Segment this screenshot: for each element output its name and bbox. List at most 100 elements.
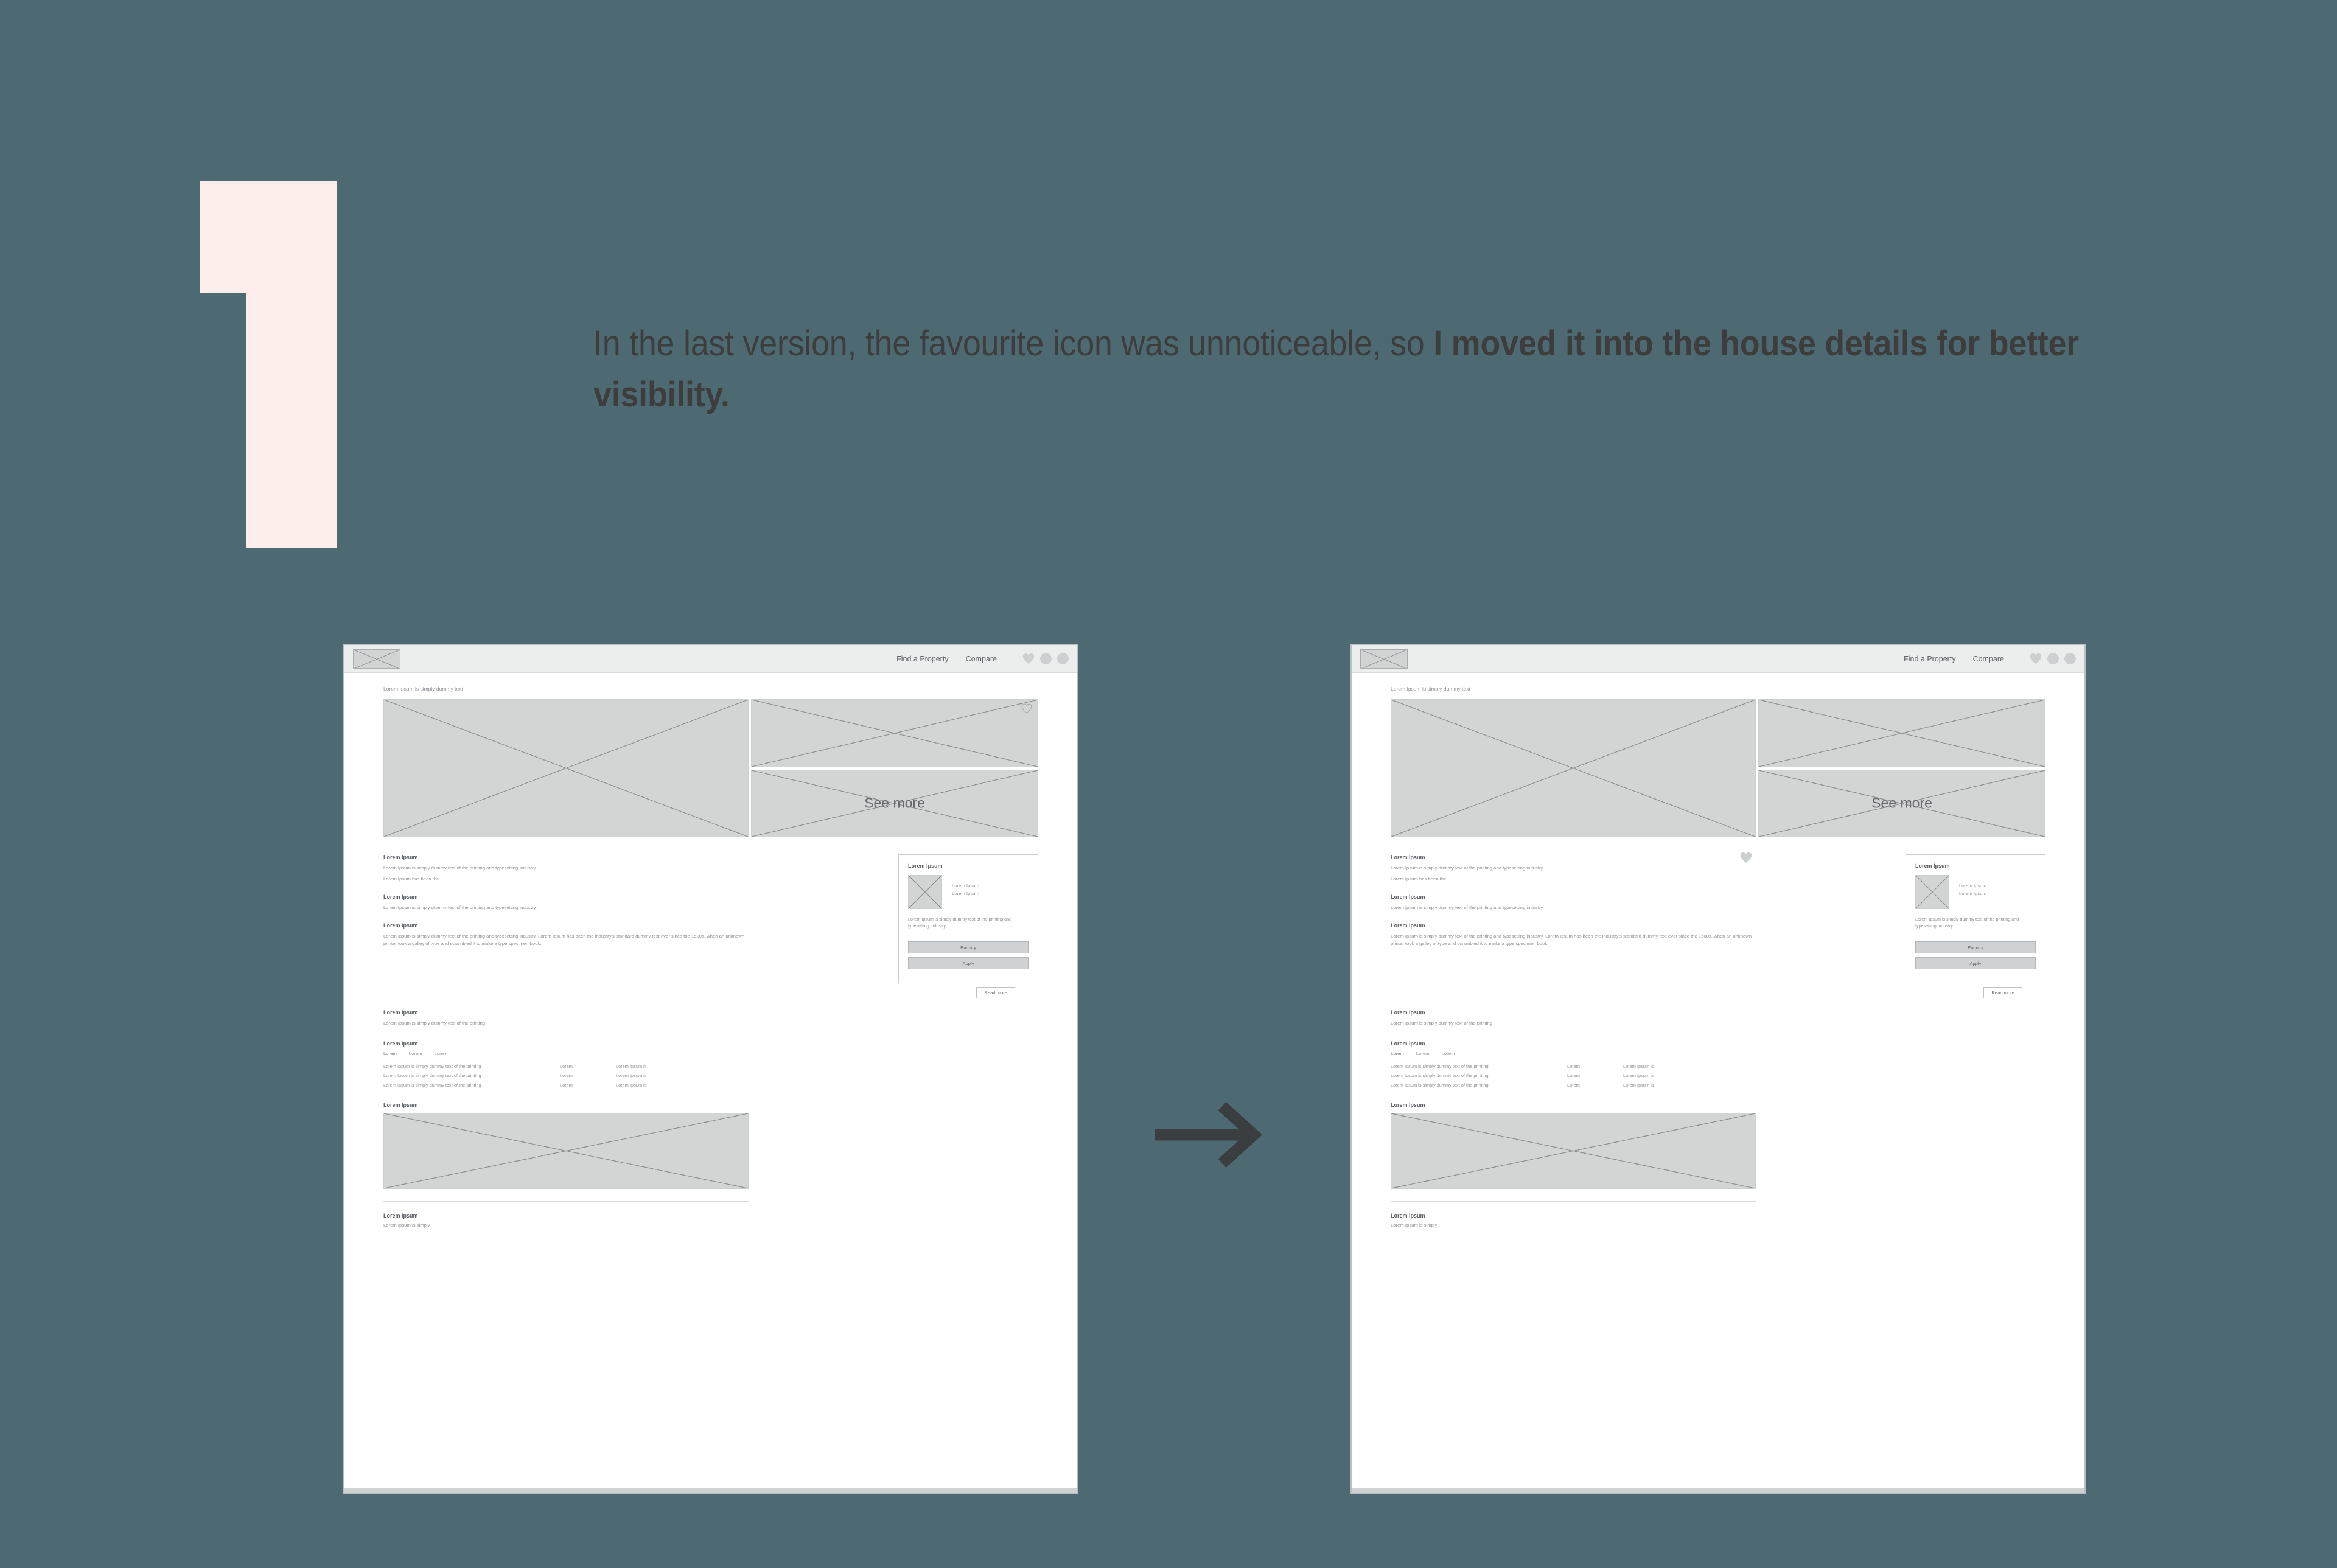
sidebar-column: Lorem Ipsum Lorem Ipsum Lorem Ipsum Lore… [749, 854, 1038, 984]
table-cell: Lorem [1567, 1073, 1580, 1079]
enquiry-button[interactable]: Enquiry [1915, 941, 2036, 954]
card-meta-line: Lorem Ipsum [952, 890, 979, 896]
table-cell: Lorem Ipsum is simply dummy text of the … [1391, 1073, 1489, 1079]
table-cell: Lorem Ipsum is [616, 1082, 647, 1088]
nav-link-compare[interactable]: Compare [1973, 655, 2004, 663]
footer-section: Lorem Ipsum Lorem Ipsum is simply [1391, 1202, 2045, 1228]
see-more-label: See more [864, 795, 925, 811]
media-section: Lorem Ipsum [383, 1090, 1038, 1202]
footer-section: Lorem Ipsum Lorem Ipsum is simply [383, 1202, 1038, 1228]
read-more-button[interactable]: Read more [976, 987, 1015, 999]
header-nav: Find a Property Compare [1904, 653, 2076, 664]
logo-placeholder-icon[interactable] [1360, 649, 1408, 669]
wireframe-after: Find a Property Compare Lorem Ipsum is s… [1350, 644, 2086, 1494]
header-icon-group [2030, 653, 2076, 664]
footer-title: Lorem Ipsum [383, 1212, 418, 1219]
card-meta: Lorem Ipsum Lorem Ipsum [1959, 875, 1986, 897]
media-section-image[interactable] [383, 1112, 749, 1189]
tab-lorem-2[interactable]: Lorem [1416, 1051, 1430, 1056]
table-cell: Lorem Ipsum is simply dummy text of the … [1391, 1064, 1489, 1070]
favourite-heart-icon[interactable] [1740, 852, 1752, 863]
tab-bar: Lorem Lorem Lorem [1391, 1051, 2045, 1056]
table-cell: Lorem [1567, 1082, 1580, 1088]
heart-icon[interactable] [2030, 653, 2042, 664]
horizontal-scrollbar[interactable] [1352, 1488, 2084, 1493]
heart-icon[interactable] [1022, 653, 1035, 664]
enquiry-button[interactable]: Enquiry [908, 941, 1029, 954]
card-title: Lorem Ipsum [1915, 863, 1950, 869]
lower-section-paragraph: Lorem Ipsum is simply dummy text of the … [383, 1020, 486, 1026]
section-title: Lorem Ipsum [383, 893, 418, 900]
table-cell: Lorem Ipsum is [1623, 1082, 1654, 1088]
lower-section-title: Lorem Ipsum [1391, 1009, 1425, 1016]
table-section-title: Lorem Ipsum [383, 1040, 418, 1047]
table-cell: Lorem Ipsum is [1623, 1073, 1654, 1079]
circle-icon[interactable] [1040, 653, 1052, 664]
card-meta-line: Lorem Ipsum [952, 883, 979, 888]
gallery-main-image[interactable] [383, 699, 749, 837]
media-section-title: Lorem Ipsum [1391, 1101, 1425, 1108]
logo-placeholder-icon[interactable] [353, 649, 400, 669]
see-more-label: See more [1871, 795, 1932, 811]
table-cell: Lorem Ipsum is simply dummy text of the … [383, 1064, 481, 1070]
card-description: Lorem Ipsum is simply dummy text of the … [1915, 916, 2019, 929]
header-nav: Find a Property Compare [896, 653, 1069, 664]
circle-icon[interactable] [1057, 653, 1069, 664]
detail-section: Lorem Ipsum Lorem Ipsum is simply dummy … [1391, 922, 1756, 947]
enquiry-card: Lorem Ipsum Lorem Ipsum Lorem Ipsum Lore… [898, 854, 1038, 984]
table-section-title: Lorem Ipsum [1391, 1040, 1425, 1047]
page-body: Lorem Ipsum is simply dummy text See mor… [1352, 673, 2084, 1493]
horizontal-scrollbar[interactable] [344, 1488, 1077, 1493]
section-title: Lorem Ipsum [1391, 922, 1425, 929]
gallery-side-column: See more [751, 699, 1038, 837]
circle-icon[interactable] [2064, 653, 2076, 664]
table-cell: Lorem [560, 1064, 573, 1070]
apply-button[interactable]: Apply [1915, 957, 2036, 970]
lower-section: Lorem Ipsum Lorem Ipsum is simply dummy … [1391, 998, 2045, 1027]
detail-section: Lorem Ipsum Lorem Ipsum is simply dummy … [383, 894, 749, 911]
table-row: Lorem Ipsum is simply dummy text of the … [1391, 1071, 1756, 1080]
gallery-main-image[interactable] [1391, 699, 1756, 837]
read-more-row: Read more [1391, 987, 2045, 999]
card-thumbnail[interactable] [1915, 875, 1949, 909]
nav-link-find-a-property[interactable]: Find a Property [896, 655, 948, 663]
tab-lorem-1[interactable]: Lorem [383, 1051, 397, 1056]
detail-section: Lorem Ipsum Lorem Ipsum is simply dummy … [1391, 894, 1756, 911]
gallery-see-more-tile[interactable]: See more [1758, 769, 2045, 837]
section-paragraph: Lorem Ipsum is simply dummy text of the … [383, 904, 537, 910]
nav-link-compare[interactable]: Compare [966, 655, 997, 663]
table-row: Lorem Ipsum is simply dummy text of the … [1391, 1062, 1756, 1071]
tab-lorem-3[interactable]: Lorem [435, 1051, 448, 1056]
gallery-side-top-image[interactable] [1758, 699, 2045, 767]
table-cell: Lorem [1567, 1064, 1580, 1070]
favourite-heart-icon[interactable] [1021, 703, 1032, 714]
table-cell: Lorem [560, 1073, 573, 1079]
table-section: Lorem Ipsum Lorem Lorem Lorem Lorem Ipsu… [383, 1031, 1038, 1090]
detail-section: Lorem Ipsum Lorem Ipsum is simply dummy … [1391, 854, 1756, 883]
header-icon-group [1022, 653, 1069, 664]
media-section-image[interactable] [1391, 1112, 1756, 1189]
gallery-see-more-tile[interactable]: See more [751, 769, 1038, 837]
card-thumbnail[interactable] [908, 875, 942, 909]
gallery-side-top-image[interactable] [751, 699, 1038, 767]
right-arrow-icon [1150, 1101, 1266, 1168]
nav-link-find-a-property[interactable]: Find a Property [1904, 655, 1955, 663]
read-more-button[interactable]: Read more [1983, 987, 2022, 999]
section-paragraph: Lorem Ipsum is simply dummy text of the … [383, 865, 537, 871]
wireframe-before: Find a Property Compare Lorem Ipsum is s… [343, 644, 1078, 1494]
card-meta-line: Lorem Ipsum [1959, 890, 1986, 896]
table-cell: Lorem Ipsum is [616, 1064, 647, 1070]
card-description: Lorem Ipsum is simply dummy text of the … [908, 916, 1012, 929]
lower-section-title: Lorem Ipsum [383, 1009, 418, 1016]
numeral-stem [246, 181, 337, 548]
apply-button[interactable]: Apply [908, 957, 1029, 970]
section-title: Lorem Ipsum [1391, 854, 1425, 860]
slide-number-one [200, 181, 337, 548]
tab-lorem-2[interactable]: Lorem [409, 1051, 422, 1056]
tab-lorem-1[interactable]: Lorem [1391, 1051, 1404, 1056]
tab-lorem-3[interactable]: Lorem [1442, 1051, 1455, 1056]
sidebar-column: Lorem Ipsum Lorem Ipsum Lorem Ipsum Lore… [1740, 852, 2045, 984]
table-cell: Lorem Ipsum is [616, 1073, 647, 1079]
circle-icon[interactable] [2047, 653, 2059, 664]
footer-subtitle: Lorem Ipsum is simply [383, 1222, 430, 1228]
